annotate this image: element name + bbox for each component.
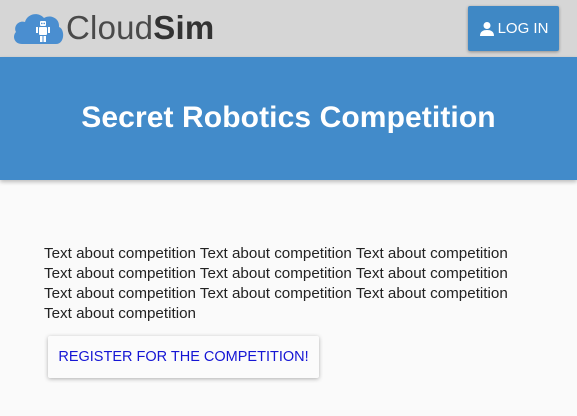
login-button[interactable]: LOG IN xyxy=(468,6,559,51)
logo-text-sim: Sim xyxy=(153,9,215,46)
logo-text: CloudSim xyxy=(66,8,214,48)
page-title: Secret Robotics Competition xyxy=(81,101,496,134)
logo-text-cloud: Cloud xyxy=(66,9,154,46)
top-navbar: CloudSim LOG IN xyxy=(0,0,577,57)
login-button-label: LOG IN xyxy=(497,20,549,37)
register-button-label: REGISTER FOR THE COMPETITION! xyxy=(58,349,309,365)
person-icon xyxy=(479,21,494,36)
competition-banner: Secret Robotics Competition xyxy=(0,57,577,180)
cloudsim-logo[interactable]: CloudSim xyxy=(10,8,214,48)
cloud-robot-logo-icon xyxy=(14,14,64,44)
register-competition-button[interactable]: REGISTER FOR THE COMPETITION! xyxy=(48,336,319,378)
competition-description: Text about competition Text about compet… xyxy=(44,245,508,322)
